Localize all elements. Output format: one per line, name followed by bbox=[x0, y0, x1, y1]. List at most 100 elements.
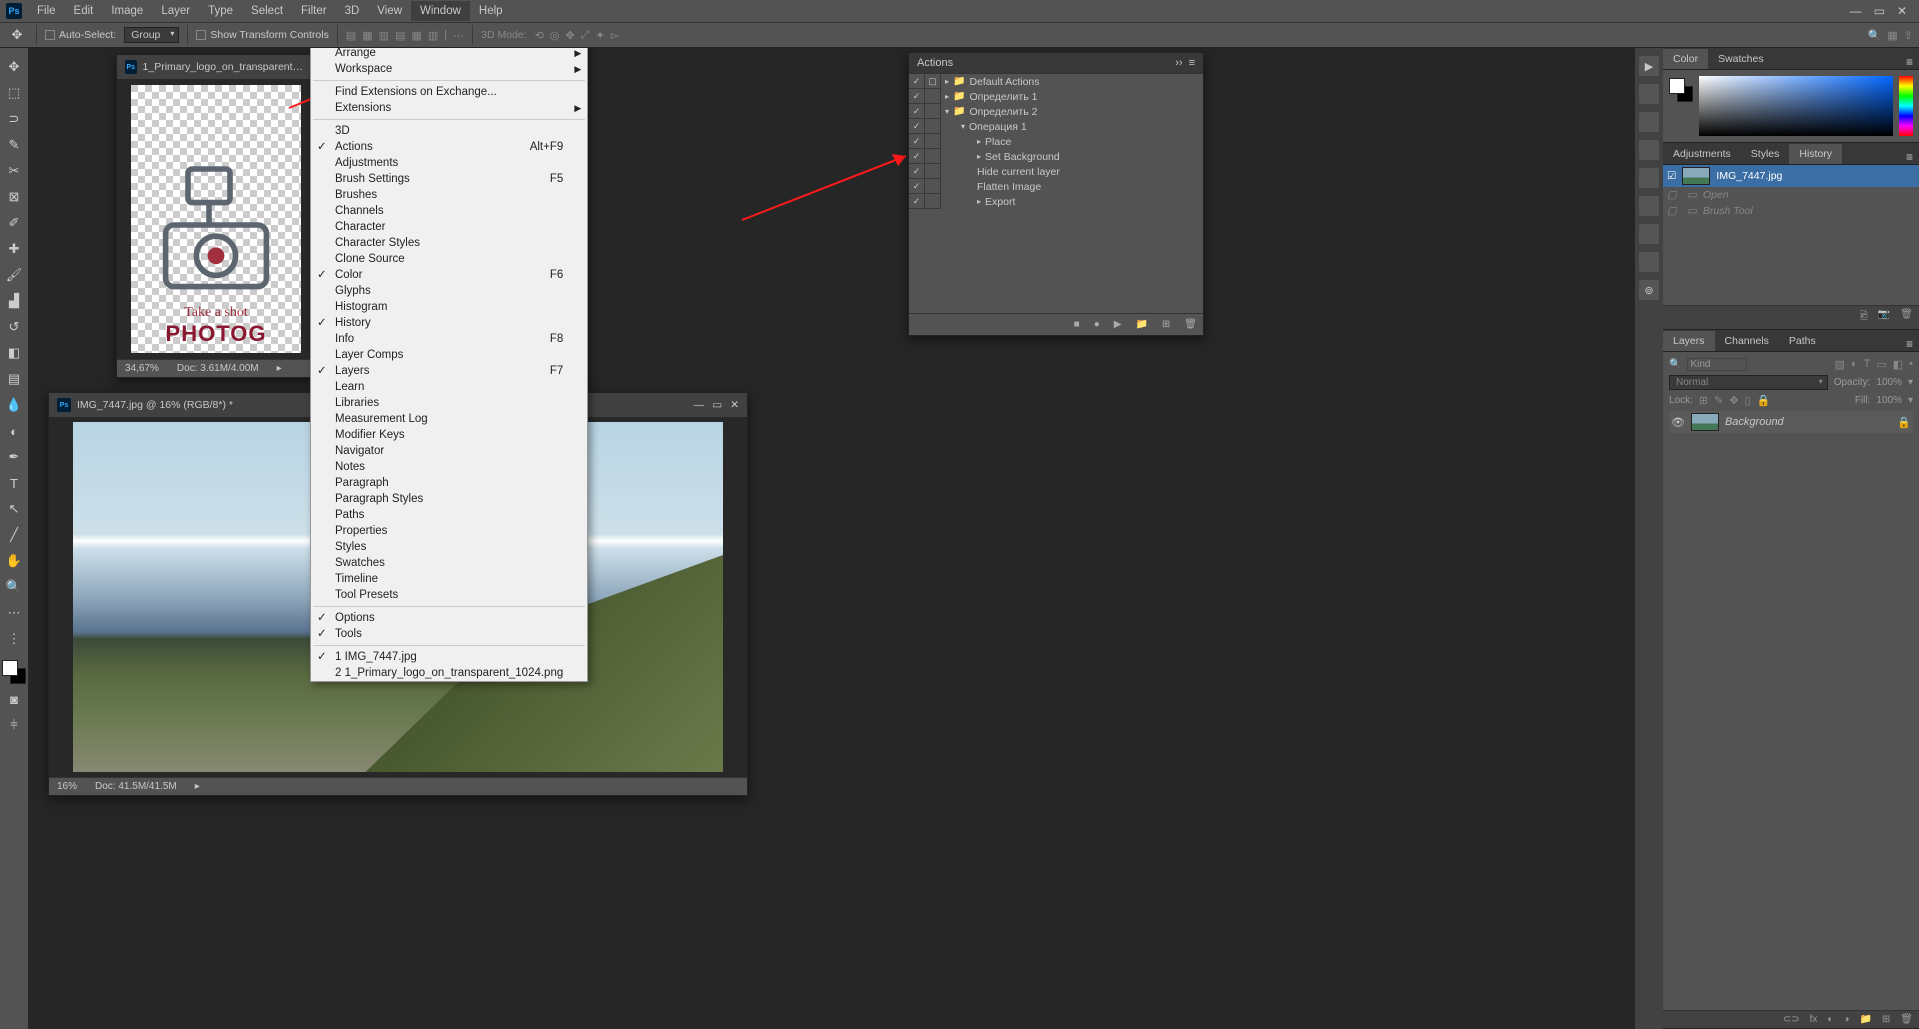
shape-tool[interactable]: ╱ bbox=[3, 524, 25, 546]
folder-icon[interactable]: 📁 bbox=[1135, 319, 1147, 330]
screen-mode[interactable]: ⫩ bbox=[3, 714, 25, 736]
type-tool[interactable]: T bbox=[3, 472, 25, 494]
menuitem-2-1-primary-logo-on-transparent-1024-png[interactable]: 2 1_Primary_logo_on_transparent_1024.png bbox=[311, 665, 587, 681]
brush-tool[interactable]: 🖌 bbox=[3, 264, 25, 286]
workspace-icon[interactable]: ▦ bbox=[1887, 29, 1897, 42]
new-icon[interactable]: ⊞ bbox=[1162, 319, 1170, 330]
menuitem-notes[interactable]: Notes bbox=[311, 459, 587, 475]
menuitem-brush-settings[interactable]: Brush SettingsF5 bbox=[311, 171, 587, 187]
menuitem-history[interactable]: ✓History bbox=[311, 315, 587, 331]
action-row[interactable]: ✓▸Place bbox=[909, 134, 1203, 149]
action-row[interactable]: ✓▢▸📁Default Actions bbox=[909, 74, 1203, 89]
menu-view[interactable]: View bbox=[368, 1, 411, 21]
menuitem-info[interactable]: InfoF8 bbox=[311, 331, 587, 347]
menuitem-learn[interactable]: Learn bbox=[311, 379, 587, 395]
auto-select-checkbox[interactable]: Auto-Select: bbox=[45, 29, 116, 41]
menuitem-glyphs[interactable]: Glyphs bbox=[311, 283, 587, 299]
doc-maximize[interactable]: ▭ bbox=[712, 399, 722, 411]
menuitem-paragraph-styles[interactable]: Paragraph Styles bbox=[311, 491, 587, 507]
play-icon[interactable]: ▶ bbox=[1114, 319, 1122, 330]
menuitem-swatches[interactable]: Swatches bbox=[311, 555, 587, 571]
action-row[interactable]: ✓▸📁Определить 1 bbox=[909, 89, 1203, 104]
menuitem-character[interactable]: Character bbox=[311, 219, 587, 235]
menuitem-histogram[interactable]: Histogram bbox=[311, 299, 587, 315]
window-menu[interactable]: Arrange▶Workspace▶Find Extensions on Exc… bbox=[310, 48, 588, 682]
menuitem-color[interactable]: ✓ColorF6 bbox=[311, 267, 587, 283]
action-row[interactable]: ✓▾Операция 1 bbox=[909, 119, 1203, 134]
lasso-tool[interactable]: ⊃ bbox=[3, 108, 25, 130]
stamp-tool[interactable]: ▟ bbox=[3, 290, 25, 312]
menuitem-styles[interactable]: Styles bbox=[311, 539, 587, 555]
move-tool[interactable]: ✥ bbox=[3, 56, 25, 78]
more-tools[interactable]: ⋯ bbox=[3, 602, 25, 624]
frame-tool[interactable]: ⊠ bbox=[3, 186, 25, 208]
hand-tool[interactable]: ✋ bbox=[3, 550, 25, 572]
quick-select-tool[interactable]: ✎ bbox=[3, 134, 25, 156]
menuitem-tool-presets[interactable]: Tool Presets bbox=[311, 587, 587, 603]
menuitem-layer-comps[interactable]: Layer Comps bbox=[311, 347, 587, 363]
tab-history[interactable]: History bbox=[1789, 144, 1842, 164]
marquee-tool[interactable]: ⬚ bbox=[3, 82, 25, 104]
collapse-icon[interactable]: ›› bbox=[1175, 57, 1182, 69]
menuitem-3d[interactable]: 3D bbox=[311, 123, 587, 139]
menuitem-modifier-keys[interactable]: Modifier Keys bbox=[311, 427, 587, 443]
align-icons[interactable]: ▤▦▥▤▦▥|⋯ bbox=[346, 29, 464, 42]
eraser-tool[interactable]: ◧ bbox=[3, 342, 25, 364]
close-button[interactable]: ✕ bbox=[1897, 4, 1907, 18]
strip-icon[interactable] bbox=[1639, 196, 1659, 216]
strip-icon[interactable] bbox=[1639, 168, 1659, 188]
play-action-icon[interactable]: ▶ bbox=[1639, 56, 1659, 76]
menu-image[interactable]: Image bbox=[102, 1, 152, 21]
menuitem-channels[interactable]: Channels bbox=[311, 203, 587, 219]
search-icon[interactable]: 🔍 bbox=[1868, 29, 1882, 42]
color-swatches[interactable] bbox=[2, 660, 26, 684]
action-row[interactable]: ✓▾📁Определить 2 bbox=[909, 104, 1203, 119]
layer-kind-filter[interactable] bbox=[1687, 358, 1747, 371]
actions-panel[interactable]: Actions ››≡ ✓▢▸📁Default Actions✓▸📁Опреде… bbox=[908, 52, 1204, 336]
tab-channels[interactable]: Channels bbox=[1715, 331, 1779, 351]
camera-icon[interactable]: 📷 bbox=[1878, 309, 1890, 326]
strip-icon[interactable] bbox=[1639, 224, 1659, 244]
tab-adjustments[interactable]: Adjustments bbox=[1663, 144, 1741, 164]
cc-icon[interactable]: ⊚ bbox=[1639, 280, 1659, 300]
tab-color[interactable]: Color bbox=[1663, 49, 1708, 69]
tab-layers[interactable]: Layers bbox=[1663, 331, 1715, 351]
mask-icon[interactable]: ◐ bbox=[1827, 1014, 1833, 1025]
action-row[interactable]: ✓▸Set Background bbox=[909, 149, 1203, 164]
menuitem-brushes[interactable]: Brushes bbox=[311, 187, 587, 203]
source-toggle[interactable]: ☑ bbox=[1667, 170, 1676, 182]
menuitem-character-styles[interactable]: Character Styles bbox=[311, 235, 587, 251]
doc-minimize[interactable]: — bbox=[694, 399, 705, 411]
doc2-zoom[interactable]: 16% bbox=[57, 781, 77, 792]
history-source[interactable]: ☑ IMG_7447.jpg bbox=[1663, 165, 1919, 187]
layer-row-background[interactable]: 👁 Background 🔒 bbox=[1669, 411, 1913, 433]
collapsed-panels-1[interactable]: ▶ ⊚ bbox=[1635, 48, 1663, 1029]
history-step[interactable]: ▢▭Open bbox=[1663, 187, 1919, 203]
menuitem-1-img-7447-jpg[interactable]: ✓1 IMG_7447.jpg bbox=[311, 649, 587, 665]
menuitem-extensions[interactable]: Extensions▶ bbox=[311, 100, 587, 116]
healing-tool[interactable]: ✚ bbox=[3, 238, 25, 260]
menuitem-paragraph[interactable]: Paragraph bbox=[311, 475, 587, 491]
action-row[interactable]: ✓Flatten Image bbox=[909, 179, 1203, 194]
hue-slider[interactable] bbox=[1899, 76, 1913, 136]
maximize-button[interactable]: ▭ bbox=[1874, 4, 1885, 18]
show-transform-checkbox[interactable]: Show Transform Controls bbox=[196, 29, 328, 41]
history-brush-tool[interactable]: ↺ bbox=[3, 316, 25, 338]
menuitem-tools[interactable]: ✓Tools bbox=[311, 626, 587, 642]
quick-mask[interactable]: ◙ bbox=[3, 688, 25, 710]
new-doc-icon[interactable]: 🖻 bbox=[1860, 309, 1868, 326]
menu-window[interactable]: Window bbox=[411, 1, 470, 21]
menuitem-measurement-log[interactable]: Measurement Log bbox=[311, 411, 587, 427]
crop-tool[interactable]: ✂ bbox=[3, 160, 25, 182]
panel-menu-icon[interactable]: ≡ bbox=[1900, 150, 1919, 164]
link-icon[interactable]: ⊂⊃ bbox=[1783, 1014, 1800, 1025]
minimize-button[interactable]: — bbox=[1850, 4, 1862, 18]
zoom-tool[interactable]: 🔍 bbox=[3, 576, 25, 598]
strip-icon[interactable] bbox=[1639, 112, 1659, 132]
share-icon[interactable]: ⇪ bbox=[1904, 29, 1913, 42]
color-swatches[interactable] bbox=[1669, 78, 1693, 102]
menuitem-find-extensions-on-exchange-[interactable]: Find Extensions on Exchange... bbox=[311, 84, 587, 100]
dodge-tool[interactable]: ◐ bbox=[3, 420, 25, 442]
blur-tool[interactable]: 💧 bbox=[3, 394, 25, 416]
trash-icon[interactable]: 🗑 bbox=[1900, 309, 1913, 326]
